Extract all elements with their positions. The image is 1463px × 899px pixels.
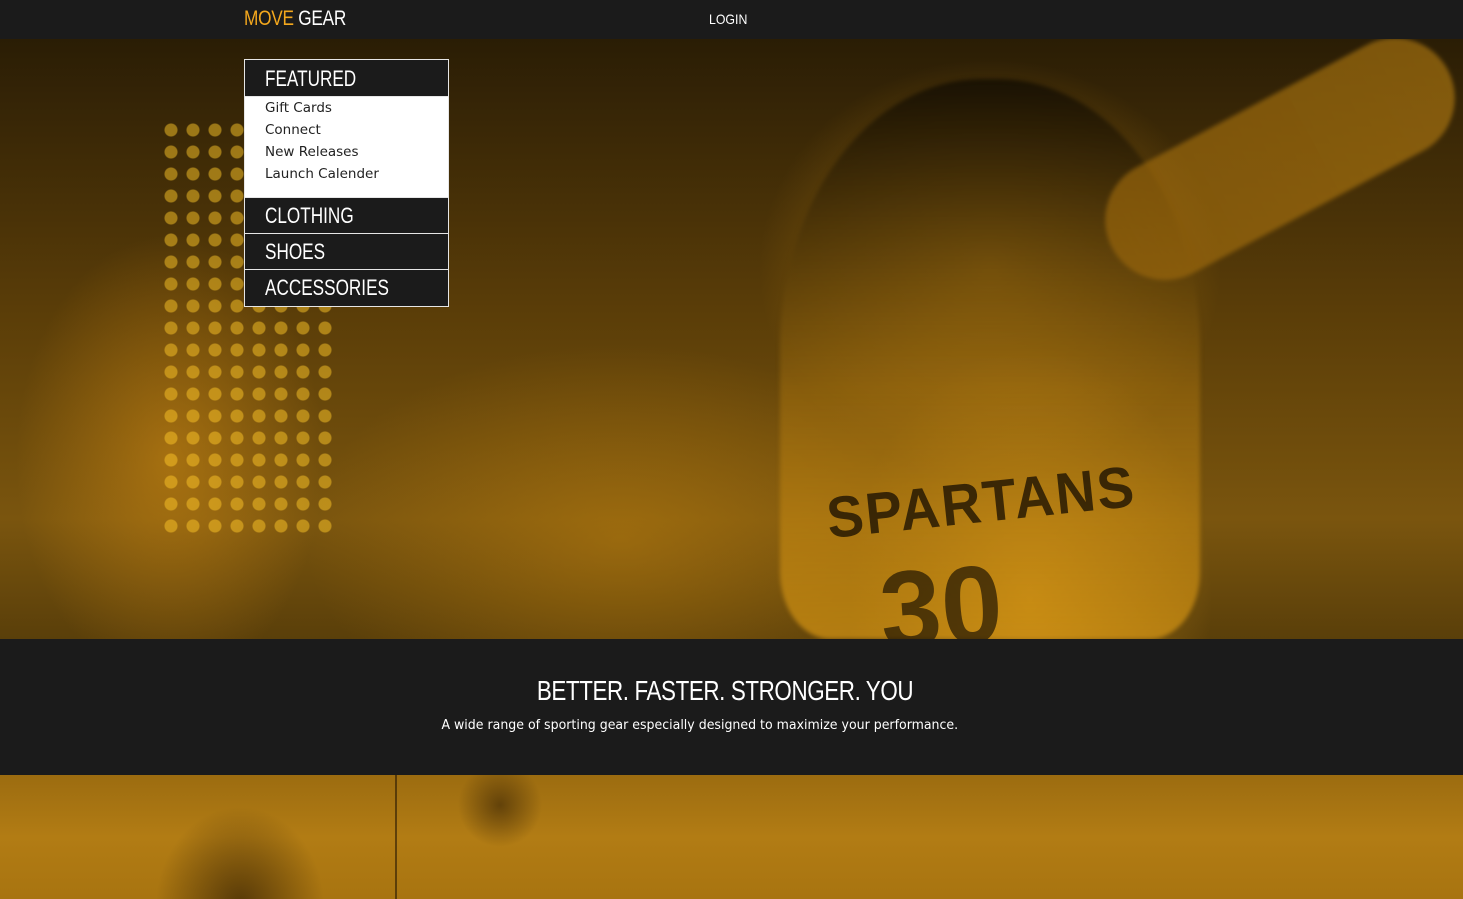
featured-submenu: Gift Cards Connect New Releases Launch C…	[245, 97, 448, 198]
banner-divider	[395, 775, 397, 899]
menu-featured[interactable]: FEATURED	[245, 60, 448, 97]
submenu-item-new-releases[interactable]: New Releases	[265, 143, 448, 165]
tagline-subtext: A wide range of sporting gear especially…	[441, 717, 958, 733]
top-navbar: MOVE GEAR LOGIN	[0, 0, 1463, 39]
submenu-item-launch-calender[interactable]: Launch Calender	[265, 165, 448, 187]
player-arm	[1084, 39, 1463, 302]
brand-logo[interactable]: MOVE GEAR	[244, 7, 346, 31]
menu-shoes-label: SHOES	[265, 239, 326, 264]
submenu-item-connect[interactable]: Connect	[265, 121, 448, 143]
menu-accessories[interactable]: ACCESSORIES	[245, 270, 448, 306]
jersey-number: 30	[875, 541, 1007, 639]
menu-shoes[interactable]: SHOES	[245, 234, 448, 270]
tagline-heading: BETTER. FASTER. STRONGER. YOU	[536, 675, 914, 706]
menu-featured-label: FEATURED	[265, 66, 357, 91]
tagline-subtext-wrapper: A wide range of sporting gear especially…	[0, 717, 1463, 733]
category-menu: FEATURED Gift Cards Connect New Releases…	[244, 59, 449, 307]
submenu-item-gift-cards[interactable]: Gift Cards	[265, 99, 448, 121]
hero-banner-image: SPARTANS 30	[0, 39, 1463, 639]
tagline-section: BETTER. FASTER. STRONGER. YOU A wide ran…	[0, 639, 1463, 775]
logo-gear-text: GEAR	[298, 7, 347, 30]
menu-clothing-label: CLOTHING	[265, 203, 354, 228]
menu-accessories-label: ACCESSORIES	[265, 275, 389, 300]
secondary-banner-image	[0, 775, 1463, 899]
menu-clothing[interactable]: CLOTHING	[245, 198, 448, 234]
logo-move-text: MOVE	[244, 7, 294, 30]
login-link[interactable]: LOGIN	[709, 11, 747, 27]
